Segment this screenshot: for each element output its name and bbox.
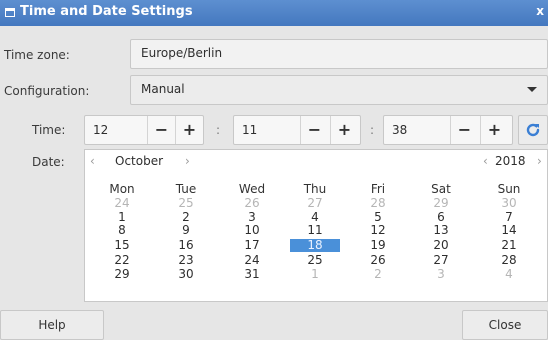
- calendar-day[interactable]: 22: [97, 254, 147, 267]
- window-icon: [5, 8, 15, 17]
- calendar-day[interactable]: 30: [484, 197, 534, 210]
- calendar-day[interactable]: 28: [353, 197, 403, 210]
- close-button[interactable]: Close: [462, 310, 548, 340]
- calendar-day[interactable]: 31: [227, 268, 277, 281]
- refresh-icon: [526, 123, 540, 137]
- hours-value[interactable]: 12: [93, 123, 108, 137]
- hours-increment-button[interactable]: +: [175, 116, 203, 144]
- configuration-value: Manual: [141, 82, 185, 96]
- hours-spinner[interactable]: 12 − +: [84, 115, 204, 145]
- calendar-day[interactable]: 17: [227, 239, 277, 252]
- calendar-day[interactable]: 24: [97, 197, 147, 210]
- calendar-day[interactable]: 4: [484, 268, 534, 281]
- calendar-day[interactable]: 25: [161, 197, 211, 210]
- minutes-increment-button[interactable]: +: [330, 116, 358, 144]
- configuration-label: Configuration:: [4, 84, 90, 98]
- weekday-header: Mon: [109, 182, 135, 196]
- prev-month-button[interactable]: ‹: [90, 154, 95, 168]
- calendar-day[interactable]: 23: [161, 254, 211, 267]
- calendar-day[interactable]: 27: [416, 254, 466, 267]
- minutes-decrement-button[interactable]: −: [300, 116, 328, 144]
- window-close-button[interactable]: x: [536, 4, 544, 18]
- weekday-header: Sun: [497, 182, 521, 196]
- minutes-value[interactable]: 11: [242, 123, 257, 137]
- calendar-day[interactable]: 26: [353, 254, 403, 267]
- calendar-header: ‹ October › ‹ 2018 ›: [85, 150, 547, 172]
- calendar-day[interactable]: 15: [97, 239, 147, 252]
- help-button[interactable]: Help: [0, 310, 104, 340]
- calendar-day[interactable]: 19: [353, 239, 403, 252]
- calendar-day[interactable]: 9: [161, 224, 211, 237]
- calendar-day[interactable]: 30: [161, 268, 211, 281]
- calendar-day[interactable]: 3: [416, 268, 466, 281]
- weekday-header: Sat: [431, 182, 451, 196]
- calendar-day[interactable]: 29: [416, 197, 466, 210]
- next-month-button[interactable]: ›: [185, 154, 190, 168]
- seconds-decrement-button[interactable]: −: [450, 116, 478, 144]
- configuration-dropdown[interactable]: Manual: [130, 75, 548, 105]
- window-titlebar: Time and Date Settings x: [0, 0, 548, 26]
- hours-decrement-button[interactable]: −: [147, 116, 175, 144]
- seconds-increment-button[interactable]: +: [480, 116, 508, 144]
- time-separator: :: [216, 123, 221, 137]
- calendar-day[interactable]: 27: [290, 197, 340, 210]
- seconds-value[interactable]: 38: [392, 123, 407, 137]
- time-label: Time:: [32, 123, 66, 137]
- weekday-header: Wed: [238, 182, 266, 196]
- timezone-value: Europe/Berlin: [141, 46, 223, 60]
- calendar-day[interactable]: 13: [416, 224, 466, 237]
- calendar-day[interactable]: 1: [290, 268, 340, 281]
- calendar-day[interactable]: 2: [353, 268, 403, 281]
- calendar-day[interactable]: 29: [97, 268, 147, 281]
- weekday-header: Fri: [370, 182, 386, 196]
- calendar-day[interactable]: 16: [161, 239, 211, 252]
- weekday-header: Tue: [175, 182, 197, 196]
- calendar-day[interactable]: 14: [484, 224, 534, 237]
- calendar-day[interactable]: 25: [290, 254, 340, 267]
- weekday-header: Thu: [303, 182, 327, 196]
- calendar-month: October: [115, 154, 164, 168]
- calendar-day[interactable]: 12: [353, 224, 403, 237]
- window-title: Time and Date Settings: [20, 4, 193, 19]
- next-year-button[interactable]: ›: [537, 154, 542, 168]
- time-separator: :: [370, 123, 375, 137]
- calendar-day[interactable]: 10: [227, 224, 277, 237]
- minutes-spinner[interactable]: 11 − +: [233, 115, 361, 145]
- calendar-day[interactable]: 24: [227, 254, 277, 267]
- calendar-day[interactable]: 8: [97, 224, 147, 237]
- prev-year-button[interactable]: ‹: [483, 154, 488, 168]
- calendar-day[interactable]: 11: [290, 224, 340, 237]
- chevron-down-icon: [527, 87, 537, 92]
- calendar-day[interactable]: 21: [484, 239, 534, 252]
- date-label: Date:: [32, 155, 65, 169]
- calendar-year: 2018: [495, 154, 526, 168]
- calendar-day[interactable]: 28: [484, 254, 534, 267]
- refresh-button[interactable]: [518, 115, 548, 145]
- calendar-day[interactable]: 20: [416, 239, 466, 252]
- seconds-spinner[interactable]: 38 − +: [383, 115, 513, 145]
- calendar-day[interactable]: 26: [227, 197, 277, 210]
- timezone-label: Time zone:: [4, 48, 70, 62]
- timezone-field[interactable]: Europe/Berlin: [130, 39, 548, 69]
- calendar[interactable]: ‹ October › ‹ 2018 › Mon Tue Wed Thu Fri Sat S…: [84, 149, 548, 302]
- calendar-day-selected[interactable]: 18: [290, 239, 340, 252]
